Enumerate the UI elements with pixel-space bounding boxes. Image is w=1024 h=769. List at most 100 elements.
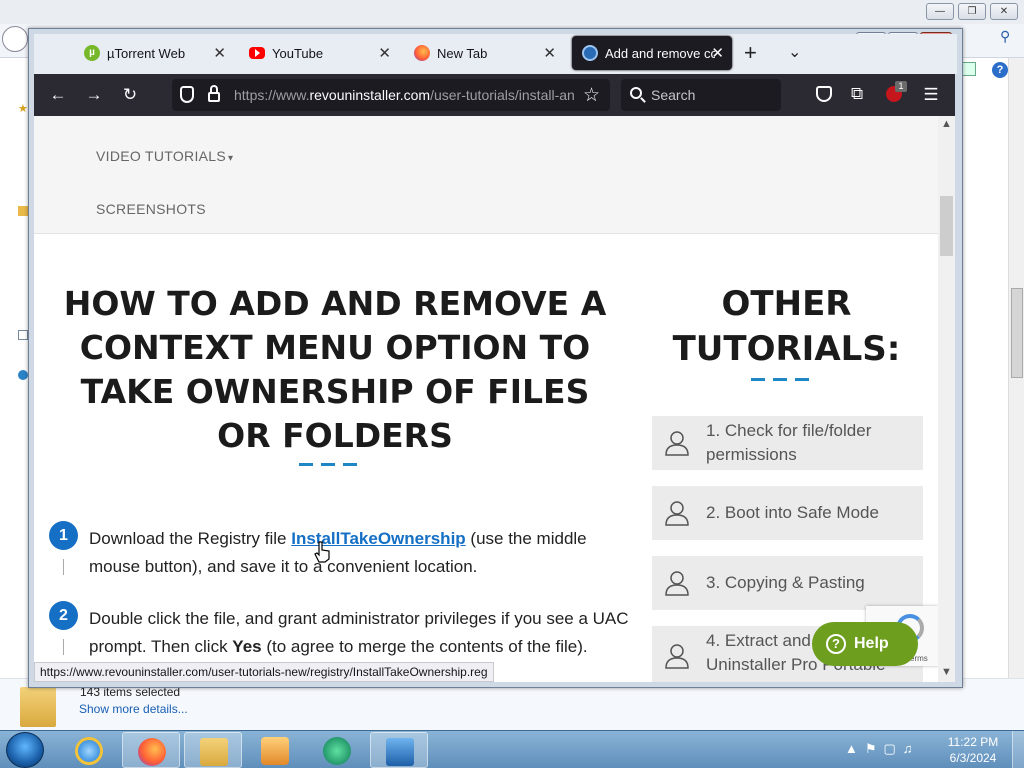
explorer-titlebar: — ❐ ✕ bbox=[0, 0, 1024, 24]
step-text-pre: Download the Registry file bbox=[89, 529, 292, 548]
tab-youtube[interactable]: YouTube ✕ bbox=[239, 36, 399, 70]
page-scrollbar[interactable]: ▲ ▼ bbox=[938, 116, 955, 682]
pocket-icon[interactable] bbox=[816, 86, 832, 102]
step-text-post: (to agree to merge the contents of the f… bbox=[261, 637, 588, 656]
taskbar-revo-uninstaller[interactable] bbox=[370, 732, 428, 768]
tutorial-item[interactable]: 2. Boot into Safe Mode bbox=[652, 486, 923, 540]
folder-icon bbox=[200, 738, 228, 766]
search-icon-handle bbox=[640, 97, 646, 103]
explorer-scrollbar[interactable] bbox=[1008, 58, 1024, 678]
help-button[interactable]: ? Help bbox=[812, 622, 918, 666]
step-number: 2 bbox=[49, 601, 78, 630]
media-player-icon bbox=[261, 737, 289, 765]
page-title: HOW TO ADD AND REMOVE A CONTEXT MENU OPT… bbox=[63, 284, 607, 455]
explorer-back-button[interactable] bbox=[2, 26, 28, 52]
favorites-star-icon: ★ bbox=[18, 103, 28, 115]
tab-label: New Tab bbox=[437, 45, 488, 61]
tutorial-label: 3. Copying & Pasting bbox=[706, 573, 865, 592]
navigation-toolbar: ← → ↻ https://www.revouninstaller.com/us… bbox=[34, 74, 955, 116]
show-more-details-link[interactable]: Show more details... bbox=[79, 702, 188, 716]
system-tray[interactable]: ▲⚑▢♫ bbox=[845, 741, 920, 757]
close-tab-icon[interactable]: ✕ bbox=[711, 44, 724, 62]
other-tutorials-title: OTHER TUTORIALS: bbox=[672, 284, 901, 369]
explorer-minimize-button[interactable]: — bbox=[926, 3, 954, 20]
show-desktop-button[interactable] bbox=[1012, 731, 1024, 769]
clock-date: 6/3/2024 bbox=[949, 751, 997, 765]
step-text: Double click the file, and grant adminis… bbox=[89, 605, 629, 661]
tutorial-item[interactable]: 3. Copying & Pasting bbox=[652, 556, 923, 610]
close-tab-icon[interactable]: ✕ bbox=[213, 44, 226, 62]
tab-strip: µ µTorrent Web ✕ YouTube ✕ New Tab ✕ Add… bbox=[34, 34, 957, 74]
taskbar-media-player[interactable] bbox=[246, 732, 304, 768]
taskbar-firefox[interactable] bbox=[122, 732, 180, 768]
taskbar-internet-explorer[interactable] bbox=[60, 732, 118, 768]
libraries-icon bbox=[18, 206, 28, 216]
taskbar-app[interactable] bbox=[308, 732, 366, 768]
shield-icon[interactable] bbox=[180, 86, 194, 103]
firefox-icon bbox=[414, 45, 430, 61]
url-path: /user-tutorials/install-an bbox=[430, 87, 574, 103]
user-icon bbox=[665, 644, 689, 669]
search-bar[interactable]: Search bbox=[621, 79, 781, 111]
scroll-up-icon[interactable]: ▲ bbox=[941, 118, 952, 130]
nav-screenshots[interactable]: SCREENSHOTS bbox=[96, 201, 206, 217]
user-icon bbox=[665, 431, 689, 456]
step-connector bbox=[63, 639, 64, 655]
start-button[interactable] bbox=[6, 732, 44, 768]
forward-icon[interactable]: → bbox=[82, 84, 106, 106]
new-tab-icon[interactable]: + bbox=[744, 40, 757, 66]
explorer-maximize-button[interactable]: ❐ bbox=[958, 3, 986, 20]
youtube-icon bbox=[249, 47, 265, 59]
revo-icon bbox=[582, 45, 598, 61]
nav-video-tutorials[interactable]: VIDEO TUTORIALS ▾ bbox=[96, 148, 233, 164]
revo-uninstaller-icon bbox=[386, 738, 414, 766]
close-tab-icon[interactable]: ✕ bbox=[543, 44, 556, 62]
tab-add-and-remove[interactable]: Add and remove co ✕ bbox=[572, 36, 732, 70]
explorer-scroll-thumb[interactable] bbox=[1011, 288, 1023, 378]
app-icon bbox=[323, 737, 351, 765]
tab-new-tab[interactable]: New Tab ✕ bbox=[404, 36, 564, 70]
reload-icon[interactable]: ↻ bbox=[118, 84, 142, 106]
tab-utorrent[interactable]: µ µTorrent Web ✕ bbox=[74, 36, 234, 70]
taskbar-explorer[interactable] bbox=[184, 732, 242, 768]
bookmark-star-icon[interactable]: ☆ bbox=[583, 84, 600, 107]
internet-explorer-icon bbox=[75, 737, 103, 765]
extensions-icon[interactable]: ⧉ bbox=[851, 84, 863, 104]
url-text[interactable]: https://www.revouninstaller.com/user-tut… bbox=[234, 87, 574, 103]
firefox-icon bbox=[138, 738, 166, 766]
close-tab-icon[interactable]: ✕ bbox=[378, 44, 391, 62]
step-2: 2 Double click the file, and grant admin… bbox=[49, 601, 629, 661]
page-content: VIDEO TUTORIALS ▾ SCREENSHOTS HOW TO ADD … bbox=[34, 116, 938, 682]
explorer-close-button[interactable]: ✕ bbox=[990, 3, 1018, 20]
app-menu-icon[interactable]: ☰ bbox=[919, 84, 943, 106]
chevron-down-icon: ▾ bbox=[228, 153, 234, 164]
tab-label: YouTube bbox=[272, 45, 324, 61]
scroll-down-icon[interactable]: ▼ bbox=[941, 666, 952, 678]
step-1: 1 Download the Registry file InstallTake… bbox=[49, 521, 619, 581]
computer-icon bbox=[18, 330, 28, 340]
network-icon bbox=[18, 370, 28, 380]
link-status-tooltip: https://www.revouninstaller.com/user-tut… bbox=[34, 662, 494, 682]
help-label: Help bbox=[854, 635, 889, 652]
explorer-search-icon[interactable]: ⚲ bbox=[1000, 28, 1010, 45]
hand-cursor-icon bbox=[314, 541, 330, 563]
preview-pane-icon[interactable] bbox=[962, 62, 976, 76]
explorer-navigation-pane: ★ bbox=[0, 58, 30, 678]
yes-text: Yes bbox=[232, 637, 262, 656]
help-icon[interactable]: ? bbox=[992, 62, 1008, 78]
sidebar-divider bbox=[751, 378, 809, 381]
clock[interactable]: 11:22 PM 6/3/2024 bbox=[940, 734, 1006, 766]
list-all-tabs-icon[interactable]: ⌄ bbox=[788, 42, 801, 62]
url-bar[interactable]: https://www.revouninstaller.com/user-tut… bbox=[172, 79, 610, 111]
step-connector bbox=[63, 559, 64, 575]
extension-badge: 1 bbox=[895, 81, 907, 92]
tutorial-item[interactable]: 1. Check for file/folder permissions bbox=[652, 416, 923, 470]
page-scroll-thumb[interactable] bbox=[940, 196, 953, 256]
user-icon bbox=[665, 571, 689, 596]
clock-time: 11:22 PM bbox=[947, 735, 999, 749]
tutorial-label: 1. Check for file/folder permissions bbox=[706, 421, 872, 464]
back-icon[interactable]: ← bbox=[46, 84, 70, 106]
tab-label: Add and remove co bbox=[605, 45, 715, 61]
nav-video-tutorials-label: VIDEO TUTORIALS bbox=[96, 148, 227, 164]
search-placeholder: Search bbox=[651, 87, 696, 103]
